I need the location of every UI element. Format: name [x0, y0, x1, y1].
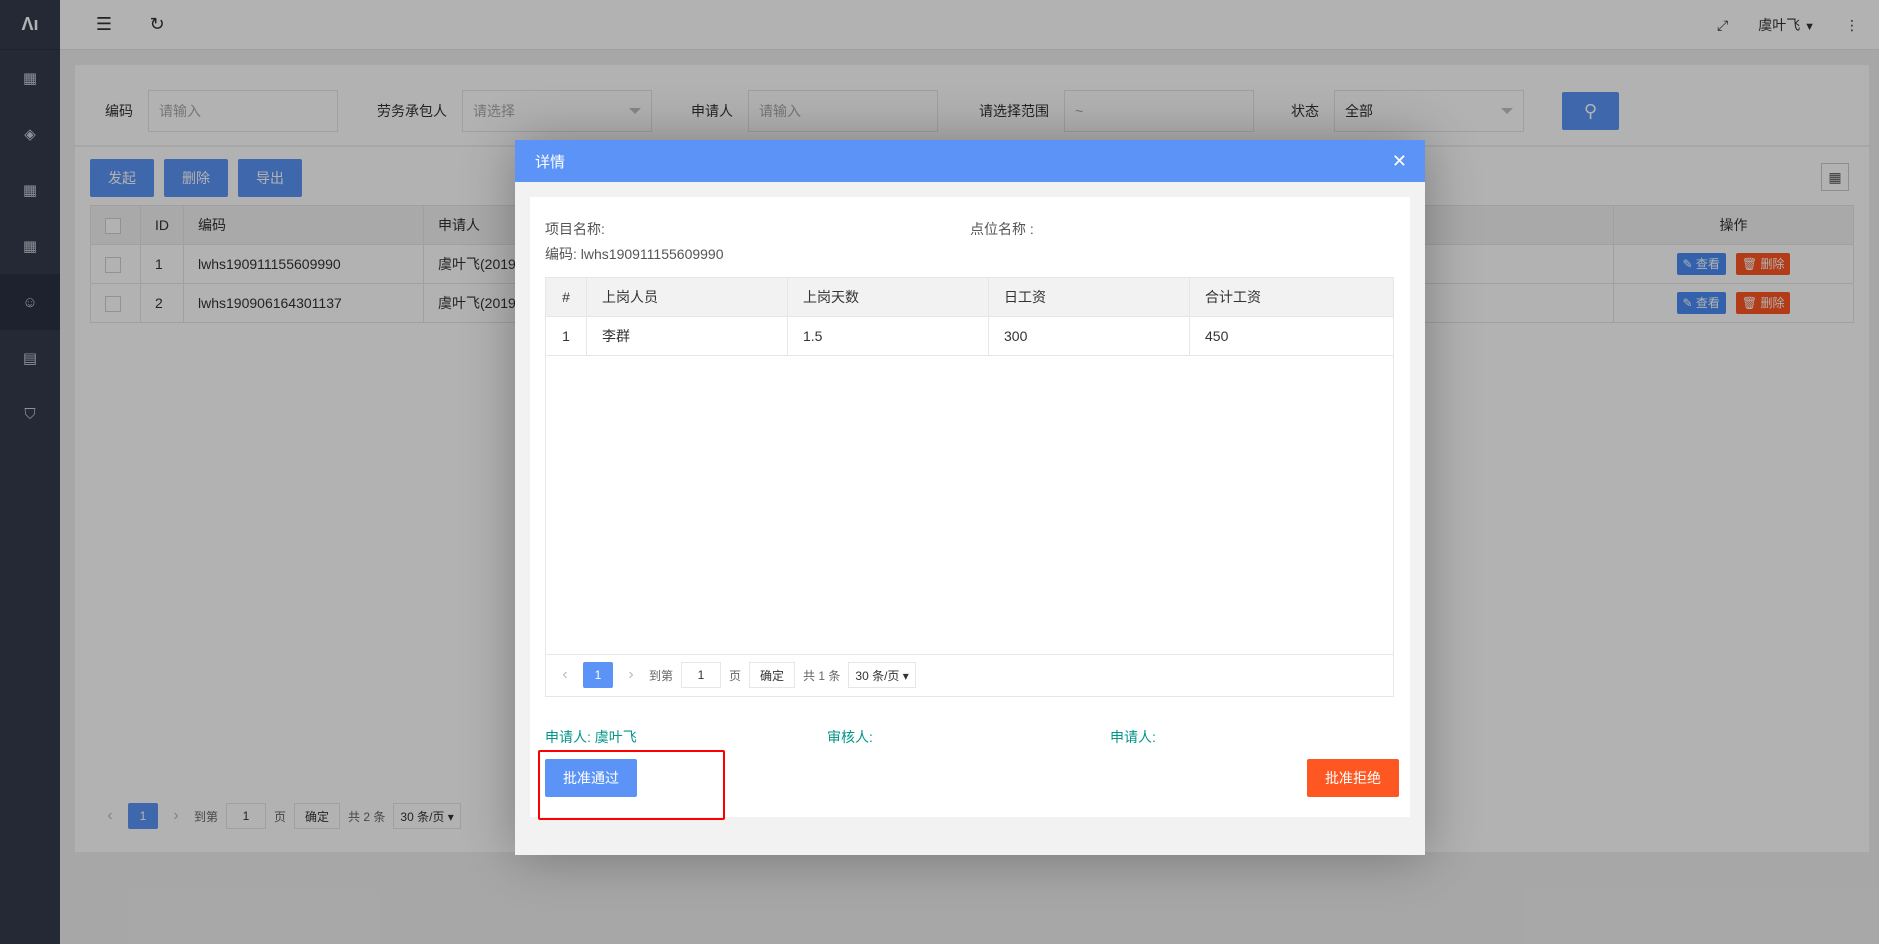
reviewer-signature: 审核人:	[827, 729, 873, 745]
detail-pagination: ‹ 1 › 到第 1 页 确定 共 1 条 30 条/页 ▾	[555, 662, 916, 688]
col-no: #	[545, 277, 587, 317]
col-worker: 上岗人员	[586, 277, 788, 317]
next-page-icon[interactable]: ›	[621, 666, 641, 684]
worker-table-header: # 上岗人员 上岗天数 日工资 合计工资	[545, 277, 1394, 317]
point-name-label: 点位名称 :	[970, 221, 1034, 237]
current-page[interactable]: 1	[583, 662, 613, 688]
project-name-label: 项目名称:	[545, 221, 605, 237]
record-code: 编码: lwhs190911155609990	[545, 246, 724, 262]
cell-no: 1	[545, 316, 587, 356]
highlight-box	[538, 750, 725, 820]
total-count: 共 1 条	[803, 668, 841, 683]
detail-dialog: 详情 ✕ 项目名称: 点位名称 : 编码: lwhs19091115560999…	[515, 140, 1425, 855]
close-icon[interactable]: ✕	[1392, 151, 1407, 172]
cell-daily-wage: 300	[988, 316, 1190, 356]
cell-worker: 李群	[586, 316, 788, 356]
applicant2-signature: 申请人:	[1110, 729, 1156, 745]
dialog-title-bar: 详情 ✕	[515, 140, 1425, 182]
applicant-signature: 申请人: 虞叶飞	[545, 729, 637, 745]
goto-label: 到第	[649, 668, 674, 683]
page-size-select[interactable]: 30 条/页 ▾	[848, 662, 916, 688]
col-days: 上岗天数	[787, 277, 989, 317]
worker-table: # 上岗人员 上岗天数 日工资 合计工资 1 李群 1.5 300 450	[545, 277, 1394, 356]
col-total-wage: 合计工资	[1189, 277, 1394, 317]
dialog-title: 详情	[535, 153, 566, 171]
cell-days: 1.5	[787, 316, 989, 356]
detail-panel: 项目名称: 点位名称 : 编码: lwhs190911155609990 # 上…	[530, 197, 1410, 817]
cell-total-wage: 450	[1189, 316, 1394, 356]
goto-page-input[interactable]: 1	[681, 662, 722, 688]
col-daily-wage: 日工资	[988, 277, 1190, 317]
table-row: 1 李群 1.5 300 450	[545, 316, 1394, 356]
prev-page-icon[interactable]: ‹	[555, 666, 575, 684]
reject-button[interactable]: 批准拒绝	[1307, 759, 1399, 797]
page-label: 页	[729, 668, 742, 683]
goto-confirm-button[interactable]: 确定	[749, 662, 796, 688]
